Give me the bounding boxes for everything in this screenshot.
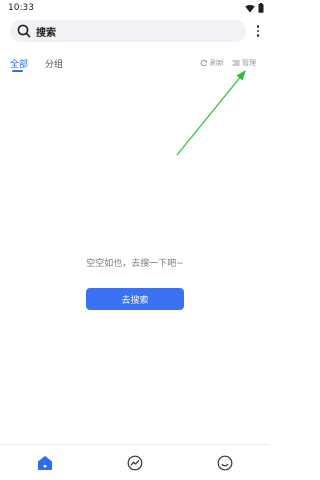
- app-screen: 10:33 搜索 全部 分组 刷新 管理 空空如也，去搜一下吧~ 去搜索: [0, 0, 270, 480]
- manage-label: 管理: [242, 59, 256, 67]
- refresh-icon: [200, 59, 208, 67]
- go-search-button[interactable]: 去搜索: [86, 288, 184, 310]
- more-options-button[interactable]: [252, 22, 264, 40]
- active-tab-indicator: [12, 70, 23, 72]
- search-input[interactable]: 搜索: [36, 24, 56, 39]
- tab-group[interactable]: 分组: [45, 57, 63, 70]
- refresh-label: 刷新: [210, 59, 224, 67]
- search-bar[interactable]: 搜索: [10, 20, 246, 42]
- profile-icon[interactable]: [217, 455, 233, 471]
- battery-icon: [258, 3, 264, 13]
- tab-all[interactable]: 全部: [10, 57, 28, 70]
- more-vertical-icon: [256, 25, 260, 28]
- home-icon[interactable]: [37, 455, 53, 471]
- empty-state-message: 空空如也，去搜一下吧~: [86, 259, 184, 269]
- status-time: 10:33: [8, 3, 34, 13]
- wifi-icon: [245, 4, 255, 12]
- annotation-arrow-icon: [176, 70, 246, 156]
- manage-button[interactable]: 管理: [232, 58, 256, 68]
- status-icons: [245, 3, 264, 13]
- refresh-button[interactable]: 刷新: [200, 58, 224, 68]
- trend-icon[interactable]: [127, 455, 143, 471]
- manage-list-icon: [232, 60, 240, 66]
- search-icon: [17, 24, 31, 38]
- status-bar: 10:33: [0, 0, 270, 16]
- more-dot: [256, 34, 260, 37]
- bottom-navigation: [0, 444, 270, 480]
- more-dot: [256, 29, 260, 33]
